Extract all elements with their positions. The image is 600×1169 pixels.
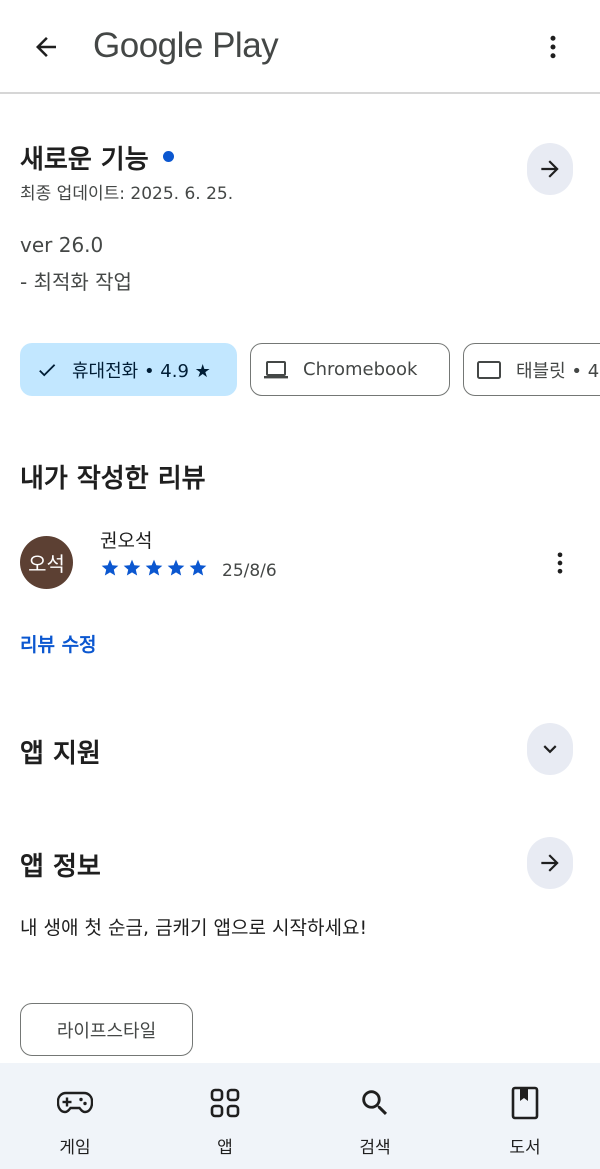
chevron-down-icon [543,745,557,754]
more-vert-icon [557,552,563,574]
star-icon [101,559,119,576]
chip-chromebook-label: Chromebook [303,359,418,380]
star-icon [189,559,207,576]
chip-tablet-label: 태블릿 • 4 [516,360,600,382]
star-icon [167,559,185,576]
book-icon [505,1083,545,1123]
app-support-title: 앱 지원 [20,739,101,769]
tablet-icon [476,359,502,381]
edit-review-link[interactable]: 리뷰 수정 [20,630,97,657]
chip-phone[interactable]: 휴대전화 • 4.9 ★ [20,343,237,396]
arrow-forward-icon [541,160,559,178]
last-updated-text: 최종 업데이트: 2025. 6. 25. [20,184,234,204]
review-date: 25/8/6 [222,561,277,581]
nav-item-search[interactable]: 검색 [300,1063,450,1169]
bottom-navigation: 게임 앱 검색 도서 [0,1063,600,1169]
nav-item-books[interactable]: 도서 [450,1063,600,1169]
search-icon [355,1083,395,1123]
apps-grid-icon [205,1083,245,1123]
arrow-back-icon [36,37,56,57]
arrow-forward-icon [541,854,559,872]
category-tag-chip[interactable]: 라이프스타일 [20,1003,193,1056]
nav-item-apps[interactable]: 앱 [150,1063,300,1169]
app-info-arrow-button[interactable] [527,837,573,889]
star-icon [145,559,163,576]
gamepad-icon [55,1083,95,1123]
google-play-logo: Google Play [93,26,279,65]
whats-new-arrow-button[interactable] [527,143,573,195]
check-icon [36,359,58,381]
app-description: 내 생애 첫 순금, 금캐기 앱으로 시작하세요! [20,917,368,939]
top-app-bar: Google Play [0,0,600,94]
back-button[interactable] [20,24,72,70]
app-info-title: 앱 정보 [20,852,101,882]
chip-tablet[interactable]: 태블릿 • 4 [463,343,600,396]
star-rating [100,558,208,578]
app-support-expand-button[interactable] [527,723,573,775]
my-review-title: 내가 작성한 리뷰 [20,464,206,494]
reviewer-name: 권오석 [100,530,153,552]
whats-new-title-text: 새로운 기능 [20,145,149,175]
new-indicator-dot [162,151,174,162]
nav-label-search: 검색 [359,1138,391,1158]
star-icon [123,559,141,576]
more-vert-icon [550,35,556,59]
laptop-icon [263,359,289,381]
chip-chromebook[interactable]: Chromebook [250,343,450,396]
nav-label-books: 도서 [509,1138,541,1158]
release-notes-text: - 최적화 작업 [20,270,132,294]
chip-phone-label: 휴대전화 • 4.9 ★ [72,360,211,382]
review-more-button[interactable] [545,545,575,581]
nav-item-games[interactable]: 게임 [0,1063,150,1169]
nav-label-games: 게임 [59,1138,91,1158]
version-text: ver 26.0 [20,233,104,257]
nav-label-apps: 앱 [217,1138,233,1158]
more-options-button[interactable] [536,26,570,68]
whats-new-title: 새로운 기능 [20,139,174,176]
avatar: 오석 [20,536,73,589]
